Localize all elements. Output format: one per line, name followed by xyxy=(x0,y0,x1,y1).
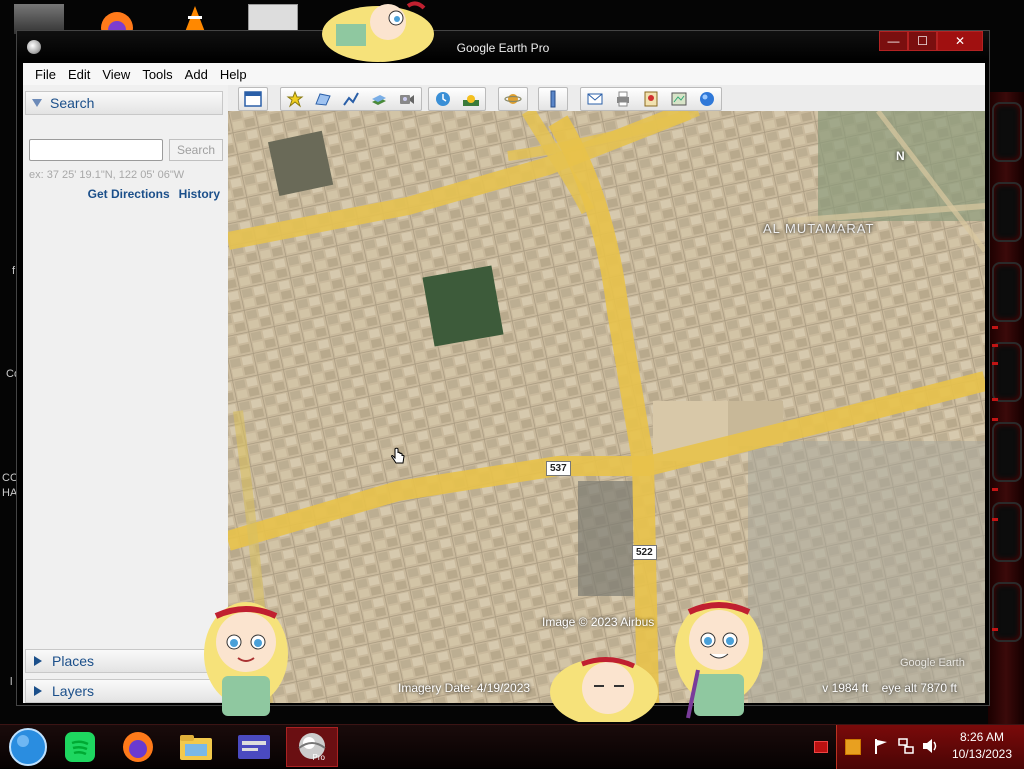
toolbar-group-planets xyxy=(498,87,528,111)
firefox-icon xyxy=(123,732,153,762)
character-sticker xyxy=(664,592,774,725)
imagery-date[interactable]: Imagery Date: 4/19/2023 xyxy=(398,681,530,695)
start-button[interactable] xyxy=(2,727,54,767)
planets-icon[interactable] xyxy=(499,88,527,110)
expand-triangle-icon xyxy=(34,686,42,696)
toolbar-group-share xyxy=(580,87,722,111)
toolbar-group-sidebar xyxy=(238,87,268,111)
road-shield-522: 522 xyxy=(632,545,657,560)
clock-time: 8:26 AM xyxy=(959,730,1004,744)
toolbar-group-add xyxy=(280,87,422,111)
app-window-icon xyxy=(238,735,270,759)
minimize-button[interactable]: — xyxy=(879,31,908,51)
menu-file[interactable]: File xyxy=(29,67,62,82)
sidebar-icon[interactable] xyxy=(239,88,267,110)
title-bar[interactable]: Google Earth Pro — ☐ ✕ xyxy=(17,31,989,61)
history-link[interactable]: History xyxy=(179,187,220,201)
window-content: File Edit View Tools Add Help Search Sea… xyxy=(23,63,985,703)
desktop-label-fragment: l xyxy=(10,676,13,688)
image-overlay-icon[interactable] xyxy=(365,88,393,110)
path-icon[interactable] xyxy=(337,88,365,110)
earth-icon[interactable] xyxy=(693,88,721,110)
google-earth-watermark: Google Earth xyxy=(900,657,965,669)
search-input[interactable] xyxy=(29,139,163,161)
firefox-taskbar-button[interactable] xyxy=(112,727,164,767)
menu-add[interactable]: Add xyxy=(179,67,214,82)
character-sticker xyxy=(192,594,300,725)
email-icon[interactable] xyxy=(581,88,609,110)
tray-app-icon[interactable] xyxy=(845,739,861,755)
places-panel-title: Places xyxy=(52,653,95,669)
sunlight-icon[interactable] xyxy=(457,88,485,110)
menu-edit[interactable]: Edit xyxy=(62,67,96,82)
clock-date: 10/13/2023 xyxy=(951,747,1012,761)
wallpaper-frame xyxy=(988,92,1024,724)
google-earth-window: Google Earth Pro — ☐ ✕ File Edit View To… xyxy=(16,30,990,706)
spotify-icon xyxy=(65,732,95,762)
search-button[interactable]: Search xyxy=(169,139,223,161)
google-earth-taskbar-button[interactable]: Pro xyxy=(286,727,338,767)
volume-icon[interactable] xyxy=(921,737,939,758)
spotify-taskbar-button[interactable] xyxy=(54,727,106,767)
ruler-icon[interactable] xyxy=(539,88,567,110)
taskbar: Pro 8:26 AM 10/13/2023 xyxy=(0,724,1024,769)
app-window-taskbar-button[interactable] xyxy=(228,727,280,767)
desktop-label-fragment: HA xyxy=(2,487,18,499)
collapse-triangle-icon xyxy=(32,99,42,107)
character-sticker xyxy=(316,0,440,65)
layers-panel-title: Layers xyxy=(52,683,95,699)
historical-imagery-icon[interactable] xyxy=(429,88,457,110)
polygon-icon[interactable] xyxy=(309,88,337,110)
clock[interactable]: 8:26 AM 10/13/2023 xyxy=(952,729,1012,763)
map-view[interactable]: AL MUTAMARAT N 537 522 Image © 2023 Airb… xyxy=(228,111,985,703)
menu-view[interactable]: View xyxy=(96,67,136,82)
menu-tools[interactable]: Tools xyxy=(136,67,178,82)
search-panel-header[interactable]: Search xyxy=(25,91,223,115)
system-tray: 8:26 AM 10/13/2023 xyxy=(836,725,1024,769)
toolbar-group-ruler xyxy=(538,87,568,111)
view-in-maps-icon[interactable] xyxy=(665,88,693,110)
pro-badge: Pro xyxy=(312,753,325,762)
district-label: AL MUTAMARAT xyxy=(763,221,875,236)
status-readout: v 1984 ft eye alt 7870 ft xyxy=(822,681,957,695)
save-image-icon[interactable] xyxy=(637,88,665,110)
file-explorer-taskbar-button[interactable] xyxy=(170,727,222,767)
get-directions-link[interactable]: Get Directions xyxy=(88,187,170,201)
expand-triangle-icon xyxy=(34,656,42,666)
toolbar xyxy=(228,85,985,113)
menu-help[interactable]: Help xyxy=(214,67,253,82)
eye-altitude-readout: eye alt 7870 ft xyxy=(881,681,957,695)
print-icon[interactable] xyxy=(609,88,637,110)
flag-icon[interactable] xyxy=(873,737,889,758)
toolbar-group-view xyxy=(428,87,486,111)
maximize-button[interactable]: ☐ xyxy=(908,31,937,51)
elevation-readout: v 1984 ft xyxy=(822,681,869,695)
windows-orb-icon xyxy=(9,728,47,766)
road-shield-537: 537 xyxy=(546,461,571,476)
character-sticker xyxy=(546,652,662,726)
network-icon[interactable] xyxy=(897,737,915,758)
desktop-label-fragment: f xyxy=(12,265,16,277)
window-title: Google Earth Pro xyxy=(456,41,550,55)
record-tour-icon[interactable] xyxy=(393,88,421,110)
folder-icon xyxy=(180,735,212,760)
placemark-icon[interactable] xyxy=(281,88,309,110)
imagery-attribution: Image © 2023 Airbus xyxy=(542,615,655,629)
show-hidden-icons-icon[interactable] xyxy=(814,741,828,753)
search-panel-title: Search xyxy=(50,95,95,111)
compass-icon[interactable]: N xyxy=(896,149,905,163)
search-hint: ex: 37 25' 19.1"N, 122 05' 06"W xyxy=(29,169,185,181)
menu-bar: File Edit View Tools Add Help xyxy=(23,63,985,85)
close-button[interactable]: ✕ xyxy=(937,31,983,51)
